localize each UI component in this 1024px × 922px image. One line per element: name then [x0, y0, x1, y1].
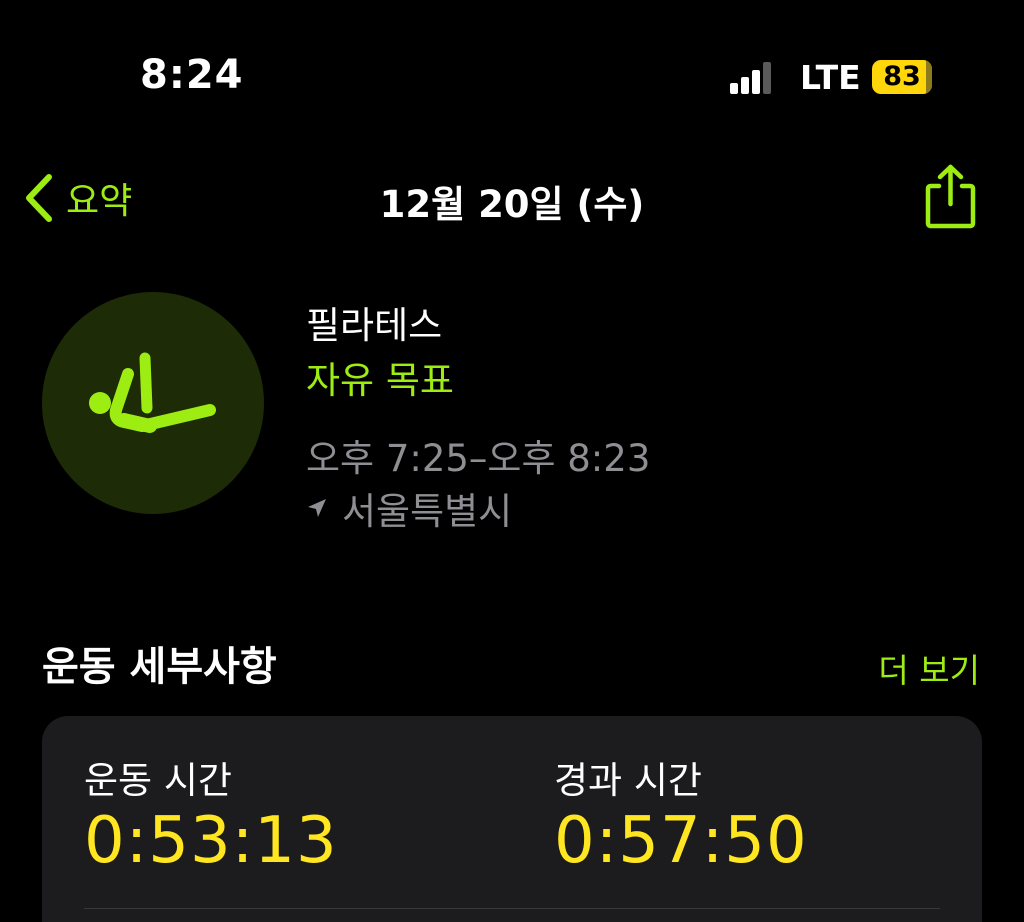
elapsed-time-value: 0:57:50 — [554, 804, 808, 878]
workout-time-value: 0:53:13 — [84, 804, 338, 878]
network-type: LTE — [800, 58, 861, 97]
status-time: 8:24 — [140, 52, 244, 98]
workout-time-range: 오후 7:25–오후 8:23 — [306, 437, 651, 480]
more-link[interactable]: 더 보기 — [878, 644, 980, 692]
location-arrow-icon — [308, 499, 326, 517]
section-title: 운동 세부사항 — [42, 644, 277, 690]
workout-name: 필라테스 — [306, 304, 443, 347]
share-button[interactable] — [920, 162, 980, 232]
location-label: 서울특별시 — [342, 490, 513, 533]
pilates-icon-badge — [42, 292, 264, 514]
page-title: 12월 20일 (수) — [379, 183, 645, 226]
details-card: 운동 시간 0:53:13 경과 시간 0:57:50 — [42, 716, 982, 922]
share-icon — [925, 164, 976, 229]
signal-icon — [730, 62, 771, 94]
battery-icon: 83 — [872, 60, 938, 94]
workout-goal: 자유 목표 — [306, 359, 454, 402]
divider — [84, 908, 940, 909]
pilates-icon — [89, 352, 216, 433]
workout-time-label: 운동 시간 — [84, 759, 232, 802]
elapsed-time-label: 경과 시간 — [554, 759, 702, 802]
battery-level: 83 — [883, 61, 921, 92]
workout-location: 서울특별시 — [306, 481, 512, 535]
workout-detail-screen: 8:24 LTE 83 요약 12월 20일 (수) 필라테스 자유 목표 오후… — [0, 0, 1024, 922]
